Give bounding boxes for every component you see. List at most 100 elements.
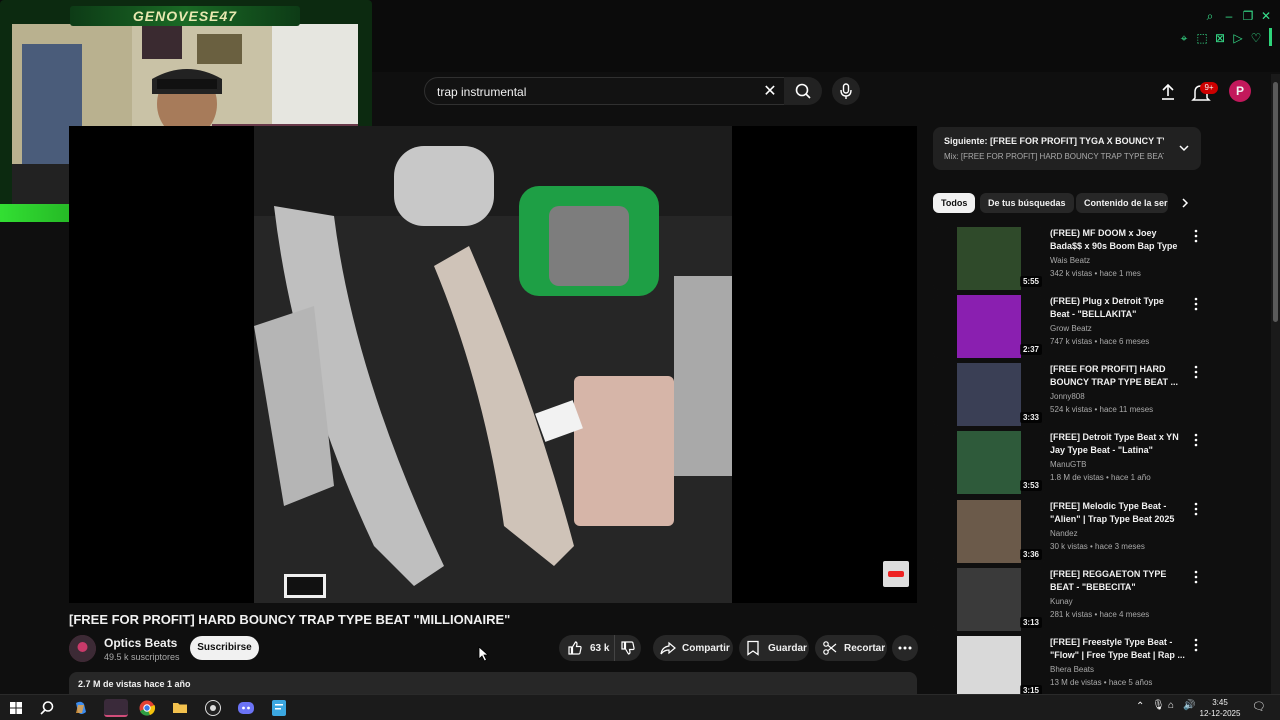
tray-chevron-icon[interactable]: ⌃ bbox=[1136, 701, 1144, 712]
recommendation-channel[interactable]: Bhera Beats bbox=[1050, 665, 1094, 674]
video-thumbnail[interactable]: 2:37 bbox=[933, 295, 1045, 358]
description-box[interactable]: 2.7 M de vistas hace 1 año bbox=[69, 672, 917, 694]
microphone-tray-icon[interactable]: 🎙 bbox=[1152, 700, 1165, 711]
search-icon[interactable]: ⌕ bbox=[1203, 9, 1217, 23]
channel-watermark[interactable] bbox=[883, 561, 909, 587]
recommendation-title[interactable]: [FREE] REGGAETON TYPE BEAT - "BEBECITA" bbox=[1050, 568, 1185, 594]
search-box[interactable] bbox=[424, 77, 788, 105]
dislike-button[interactable] bbox=[615, 635, 641, 661]
clock-date[interactable]: 12-12-2025 bbox=[1196, 708, 1244, 719]
recommendation-item[interactable]: 3:15 [FREE] Freestyle Type Beat - "Flow" … bbox=[933, 636, 1201, 700]
app-icon[interactable] bbox=[104, 699, 128, 717]
upload-button[interactable] bbox=[1158, 82, 1178, 102]
more-vertical-icon[interactable] bbox=[1192, 502, 1200, 516]
recommendation-title[interactable]: (FREE) MF DOOM x Joey Bada$$ x 90s Boom … bbox=[1050, 227, 1185, 254]
scrollbar[interactable] bbox=[1271, 74, 1280, 694]
recommendation-item[interactable]: 3:13 [FREE] REGGAETON TYPE BEAT - "BEBECI… bbox=[933, 568, 1201, 632]
video-duration: 3:33 bbox=[1019, 412, 1042, 423]
search-icon bbox=[795, 83, 811, 99]
up-next-title: Siguiente: [FREE FOR PROFIT] TYGA X BOUN… bbox=[944, 136, 1164, 146]
crop-icon[interactable]: ⬚ bbox=[1195, 31, 1209, 45]
up-next-panel[interactable]: Siguiente: [FREE FOR PROFIT] TYGA X BOUN… bbox=[933, 127, 1201, 170]
network-icon[interactable]: ⌂ bbox=[1168, 700, 1174, 711]
chip-from-searches[interactable]: De tus búsquedas bbox=[980, 193, 1074, 213]
video-thumbnail[interactable]: 3:36 bbox=[933, 500, 1045, 563]
video-duration: 3:53 bbox=[1019, 480, 1042, 491]
more-vertical-icon[interactable] bbox=[1192, 365, 1200, 379]
recommendation-channel[interactable]: Wais Beatz bbox=[1050, 256, 1090, 265]
video-thumbnail[interactable]: 3:33 bbox=[933, 363, 1045, 426]
discord-icon[interactable] bbox=[237, 699, 255, 717]
clip-button[interactable]: Recortar bbox=[815, 635, 887, 661]
heart-icon[interactable]: ♡ bbox=[1249, 31, 1263, 45]
block-icon[interactable]: ⊠ bbox=[1213, 31, 1227, 45]
mouse-cursor-icon bbox=[478, 646, 490, 662]
more-vertical-icon[interactable] bbox=[1192, 433, 1200, 447]
video-thumbnail[interactable]: 3:13 bbox=[933, 568, 1045, 631]
restore-icon[interactable]: ❐ bbox=[1241, 9, 1255, 23]
recommendation-channel[interactable]: Grow Beatz bbox=[1050, 324, 1092, 333]
recommendation-title[interactable]: [FREE FOR PROFIT] HARD BOUNCY TRAP TYPE … bbox=[1050, 363, 1185, 389]
chrome-icon[interactable] bbox=[138, 699, 156, 717]
recommendation-channel[interactable]: Kunay bbox=[1050, 597, 1073, 606]
pin-icon[interactable]: ⌖ bbox=[1177, 31, 1191, 45]
video-artwork[interactable] bbox=[254, 126, 732, 603]
share-button[interactable]: Compartir bbox=[653, 635, 733, 661]
search-input[interactable] bbox=[435, 82, 755, 102]
recommendation-title[interactable]: [FREE] Melodic Type Beat - "Alien" | Tra… bbox=[1050, 500, 1185, 526]
recommendation-item[interactable]: 3:36 [FREE] Melodic Type Beat - "Alien" |… bbox=[933, 500, 1201, 564]
windows-icon[interactable] bbox=[7, 699, 25, 717]
scrollbar-thumb[interactable] bbox=[1273, 82, 1278, 322]
chip-series-content[interactable]: Contenido de la ser bbox=[1076, 193, 1168, 213]
more-vertical-icon[interactable] bbox=[1192, 570, 1200, 584]
subscribe-button[interactable]: Suscribirse bbox=[190, 636, 259, 660]
recommendation-meta: 524 k vistas • hace 11 meses bbox=[1050, 405, 1154, 414]
like-count: 63 k bbox=[590, 642, 610, 654]
clear-search-icon[interactable]: ✕ bbox=[760, 82, 780, 102]
channel-avatar[interactable] bbox=[69, 635, 96, 662]
video-duration: 3:13 bbox=[1019, 617, 1042, 628]
channel-name[interactable]: Optics Beats bbox=[104, 636, 177, 650]
taskbar: ⌃ 🎙 ⌂ 🔊 3:45 12-12-2025 🗨 bbox=[0, 694, 1280, 720]
play-icon[interactable]: ▷ bbox=[1231, 31, 1245, 45]
recommendation-title[interactable]: (FREE) Plug x Detroit Type Beat - "BELLA… bbox=[1050, 295, 1185, 321]
more-vertical-icon[interactable] bbox=[1192, 229, 1200, 243]
more-vertical-icon[interactable] bbox=[1192, 297, 1200, 311]
recommendation-channel[interactable]: ManuGTB bbox=[1050, 460, 1086, 469]
volume-icon[interactable]: 🔊 bbox=[1183, 700, 1195, 711]
minimize-icon[interactable]: – bbox=[1222, 9, 1236, 23]
video-thumbnail[interactable]: 3:53 bbox=[933, 431, 1045, 494]
save-button[interactable]: Guardar bbox=[739, 635, 809, 661]
voice-search-button[interactable] bbox=[832, 77, 860, 105]
chip-all[interactable]: Todos bbox=[933, 193, 976, 213]
notification-center-icon[interactable]: 🗨 bbox=[1252, 700, 1266, 713]
upload-icon bbox=[1162, 83, 1174, 100]
recommendation-item[interactable]: 3:33 [FREE FOR PROFIT] HARD BOUNCY TRAP T… bbox=[933, 363, 1201, 427]
obs-icon[interactable] bbox=[204, 699, 222, 717]
more-vertical-icon[interactable] bbox=[1192, 638, 1200, 652]
folder-icon[interactable] bbox=[171, 699, 189, 717]
copilot-icon[interactable] bbox=[72, 699, 90, 717]
chevron-down-icon[interactable] bbox=[1177, 141, 1191, 155]
recommendation-item[interactable]: 3:53 [FREE] Detroit Type Beat x YN Jay Ty… bbox=[933, 431, 1201, 495]
search-button[interactable] bbox=[784, 77, 822, 105]
recommendation-item[interactable]: 5:55 (FREE) MF DOOM x Joey Bada$$ x 90s B… bbox=[933, 227, 1201, 291]
like-button[interactable]: 63 k bbox=[559, 635, 615, 661]
more-actions-button[interactable] bbox=[892, 635, 918, 661]
video-thumbnail[interactable]: 5:55 bbox=[933, 227, 1045, 290]
recommendation-item[interactable]: 2:37 (FREE) Plug x Detroit Type Beat - "B… bbox=[933, 295, 1201, 359]
account-avatar[interactable]: P bbox=[1229, 80, 1251, 102]
recommendation-title[interactable]: [FREE] Freestyle Type Beat - "Flow" | Fr… bbox=[1050, 636, 1185, 662]
recommendation-channel[interactable]: Jonny808 bbox=[1050, 392, 1085, 401]
clock-time[interactable]: 3:45 bbox=[1200, 697, 1240, 708]
recommendation-title[interactable]: [FREE] Detroit Type Beat x YN Jay Type B… bbox=[1050, 431, 1185, 457]
subscriber-count: 49.5 k suscriptores bbox=[104, 652, 180, 662]
recommendation-channel[interactable]: Nandez bbox=[1050, 529, 1078, 538]
notes-icon[interactable] bbox=[270, 699, 288, 717]
video-thumbnail[interactable]: 3:15 bbox=[933, 636, 1045, 699]
recommendation-meta: 747 k vistas • hace 6 meses bbox=[1050, 337, 1150, 346]
recommendation-meta: 342 k vistas • hace 1 mes bbox=[1050, 269, 1141, 278]
close-icon[interactable]: ✕ bbox=[1259, 9, 1273, 23]
search-icon[interactable] bbox=[38, 699, 56, 717]
chevron-right-icon[interactable] bbox=[1178, 196, 1192, 210]
